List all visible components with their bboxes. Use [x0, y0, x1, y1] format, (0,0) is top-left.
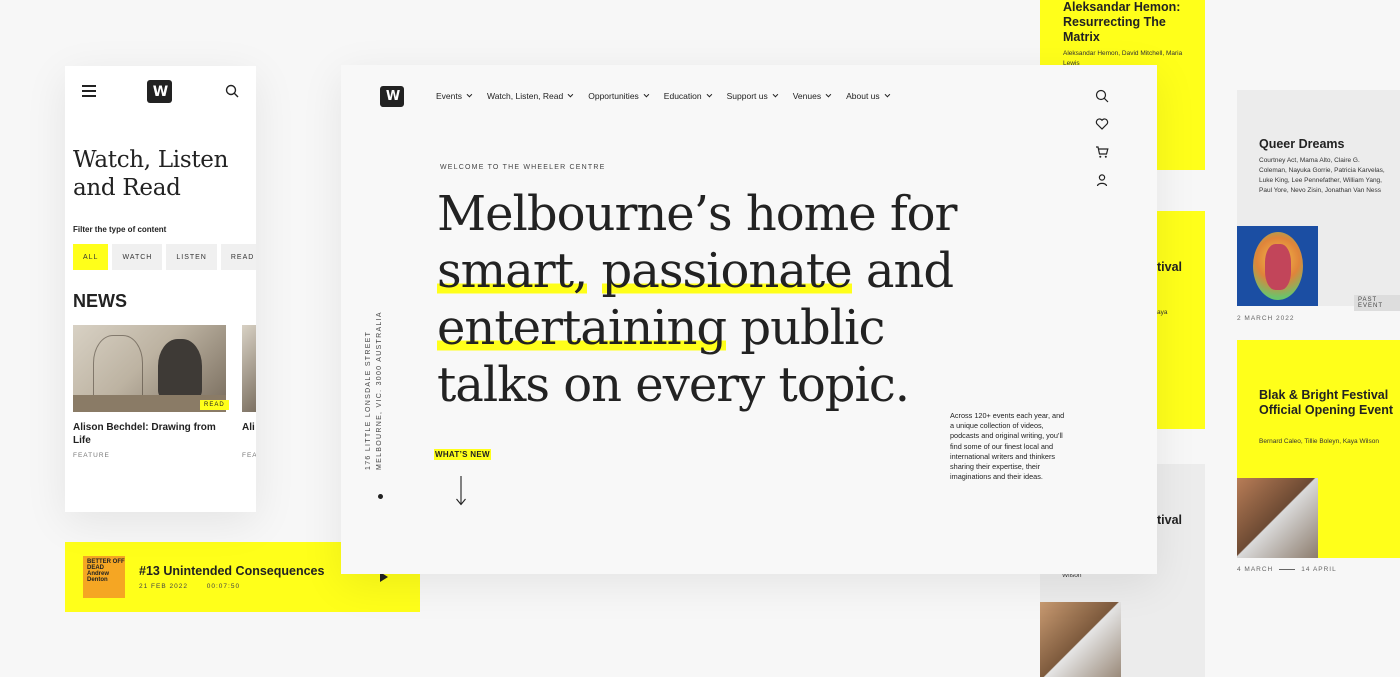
address-vertical: 176 LITTLE LONSDALE STREET MELBOURNE, VI…: [365, 311, 383, 470]
hero-headline: Melbourne’s home for smart, passionate a…: [437, 186, 957, 414]
logo[interactable]: W: [147, 80, 172, 103]
mobile-header: W: [65, 66, 256, 118]
podcast-meta: 21 FEB 2022 00:07:50: [139, 583, 256, 590]
filter-all[interactable]: ALL: [73, 244, 109, 270]
chevron-down-icon: [466, 91, 473, 98]
main-nav: Events Watch, Listen, Read Opportunities…: [436, 91, 890, 101]
news-title[interactable]: Alison Bechdel: Drawing from Life: [73, 421, 228, 447]
nav-label: Support us: [726, 91, 768, 101]
headline-line: Melbourne’s home for: [437, 186, 957, 242]
podcast-duration: 00:07:50: [206, 583, 241, 590]
chevron-down-icon: [772, 91, 778, 98]
podcast-artwork: BETTER OFF DEAD Andrew Denton: [83, 556, 125, 598]
nav-label: Education: [663, 91, 702, 101]
logo[interactable]: W: [380, 86, 404, 107]
podcast-date: 21 FEB 2022: [139, 583, 188, 590]
desktop-preview: W Events Watch, Listen, Read Opportuniti…: [341, 65, 1157, 574]
event-title-fragment: tival: [1157, 260, 1183, 274]
news-image-next[interactable]: [242, 325, 256, 412]
read-badge: READ: [200, 400, 229, 410]
arrow-down-icon[interactable]: [455, 476, 467, 506]
event-date-end: 14 APRIL: [1301, 566, 1337, 573]
event-image: [1237, 226, 1318, 306]
event-title: Blak & Bright Festival Official Opening …: [1259, 388, 1394, 417]
event-title: Queer Dreams: [1259, 137, 1345, 151]
chevron-down-icon: [567, 91, 574, 98]
headline-word: public: [740, 300, 885, 356]
event-image: [1237, 478, 1318, 558]
filter-listen[interactable]: LISTEN: [166, 244, 217, 270]
filter-label: Filter the type of content: [73, 225, 167, 234]
event-title-fragment: tival: [1157, 513, 1183, 527]
event-date-start: 4 MARCH: [1237, 566, 1274, 573]
news-title-next[interactable]: Ali Life: [242, 421, 256, 434]
mobile-preview: W Watch, Listen and Read Filter the type…: [65, 66, 256, 512]
podcast-art-text: BETTER OFF DEAD Andrew Denton: [87, 559, 125, 583]
chevron-down-icon: [706, 91, 712, 98]
cart-icon[interactable]: [1095, 145, 1109, 159]
utility-icons: [1095, 89, 1109, 201]
nav-about-us[interactable]: About us: [846, 91, 890, 101]
event-card-blak-bright[interactable]: Blak & Bright Festival Official Opening …: [1237, 340, 1400, 558]
heart-icon[interactable]: [1095, 117, 1109, 131]
nav-support-us[interactable]: Support us: [726, 91, 778, 101]
nav-education[interactable]: Education: [663, 91, 712, 101]
event-date-range: 4 MARCH 14 APRIL: [1237, 566, 1337, 573]
nav-opportunities[interactable]: Opportunities: [588, 91, 650, 101]
news-type: FEATURE: [73, 452, 110, 459]
menu-icon[interactable]: [82, 85, 96, 97]
headline-line: smart, passionate and: [437, 243, 957, 300]
nav-label: Watch, Listen, Read: [487, 91, 564, 101]
nav-label: Events: [436, 91, 462, 101]
nav-label: Opportunities: [588, 91, 639, 101]
search-icon[interactable]: [1095, 89, 1109, 103]
event-people: Bernard Caleo, Tillie Boleyn, Kaya Wilso…: [1259, 438, 1379, 445]
event-date: 2 MARCH 2022: [1237, 315, 1295, 322]
whats-new-link[interactable]: WHAT’S NEW: [434, 449, 491, 460]
event-title: Aleksandar Hemon: Resurrecting The Matri…: [1063, 0, 1181, 44]
nav-watch-listen-read[interactable]: Watch, Listen, Read: [487, 91, 574, 101]
news-image[interactable]: [73, 325, 226, 412]
event-people: Courtney Act, Mama Alto, Claire G. Colem…: [1259, 157, 1385, 194]
news-type-next: FEA: [242, 452, 256, 459]
filter-watch[interactable]: WATCH: [112, 244, 163, 270]
past-event-badge: PAST EVENT: [1354, 295, 1400, 311]
headline-line: talks on every topic.: [437, 357, 910, 413]
chevron-down-icon: [884, 91, 890, 98]
section-heading: NEWS: [73, 291, 127, 311]
headline-line: entertaining public: [437, 300, 957, 357]
event-people-fragment: aya: [1157, 309, 1168, 316]
highlight: passionate: [601, 243, 853, 299]
chevron-down-icon: [825, 91, 832, 98]
headline-word: and: [865, 243, 954, 299]
event-image: [1040, 602, 1121, 677]
page-title: Watch, Listen and Read: [73, 147, 229, 201]
search-icon[interactable]: [225, 84, 239, 98]
chevron-down-icon: [643, 91, 650, 98]
welcome-eyebrow: WELCOME TO THE WHEELER CENTRE: [440, 164, 606, 171]
intro-blurb: Across 120+ events each year, and a uniq…: [950, 411, 1065, 482]
scroll-dot: [378, 494, 383, 499]
filter-read[interactable]: READ: [220, 244, 256, 270]
content-filter: ALL WATCH LISTEN READ: [73, 244, 256, 270]
nav-events[interactable]: Events: [436, 91, 473, 101]
nav-label: About us: [846, 91, 880, 101]
highlight: smart,: [437, 243, 588, 299]
highlight: entertaining: [437, 300, 727, 356]
nav-label: Venues: [792, 91, 822, 101]
podcast-title: #13 Unintended Consequences: [139, 564, 325, 578]
nav-venues[interactable]: Venues: [792, 91, 832, 101]
user-icon[interactable]: [1095, 173, 1109, 187]
event-card-queer-dreams[interactable]: Queer Dreams Courtney Act, Mama Alto, Cl…: [1237, 90, 1400, 311]
